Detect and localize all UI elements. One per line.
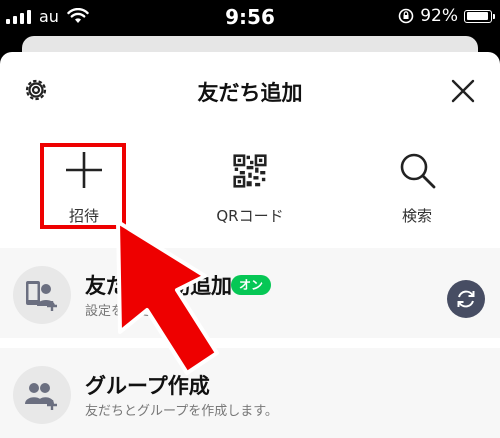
status-badge: オン — [231, 275, 272, 295]
create-group-row[interactable]: グループ作成 友だちとグループを作成します。 — [0, 348, 500, 438]
status-right: 92% — [398, 6, 495, 26]
add-friend-sheet: 友だち追加 招待 QRコード 検索 友だち自動追加 オン 設定を変更 グループ作… — [0, 52, 500, 438]
qr-code-button[interactable]: QRコード — [180, 140, 320, 240]
status-bar: au 9:56 92% — [0, 0, 500, 34]
search-label: 検索 — [401, 207, 432, 225]
sheet-title: 友だち追加 — [197, 81, 303, 105]
refresh-button[interactable] — [447, 280, 485, 318]
qr-code-icon — [233, 154, 267, 188]
create-group-title: グループ作成 — [85, 374, 210, 398]
search-button[interactable]: 検索 — [347, 140, 487, 240]
auto-add-icon-circle — [13, 266, 71, 324]
qr-code-label: QRコード — [216, 207, 284, 225]
invite-highlight-box — [40, 143, 126, 229]
orientation-lock-icon — [398, 8, 414, 24]
group-add-icon — [25, 383, 57, 410]
close-icon[interactable] — [449, 77, 477, 105]
refresh-icon — [457, 290, 475, 308]
sheet-header: 友だち追加 — [0, 52, 500, 128]
create-group-subtitle: 友だちとグループを作成します。 — [85, 404, 278, 419]
auto-add-friends-row[interactable]: 友だち自動追加 オン 設定を変更 — [0, 248, 500, 338]
battery-level — [466, 12, 488, 20]
battery-icon — [464, 9, 495, 23]
phone-contacts-icon — [26, 281, 57, 311]
auto-add-title: 友だち自動追加 — [85, 274, 232, 298]
auto-add-subtitle: 設定を変更 — [85, 304, 151, 319]
search-icon — [400, 153, 436, 189]
group-icon-circle — [13, 366, 71, 424]
battery-percent: 92% — [420, 6, 458, 26]
